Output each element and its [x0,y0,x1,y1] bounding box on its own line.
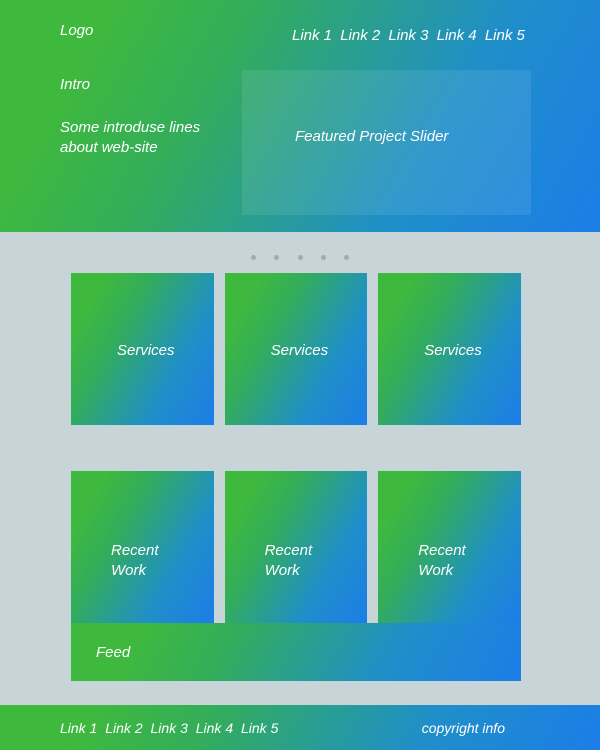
slider-dot[interactable] [251,255,256,260]
logo[interactable]: Logo [60,22,93,39]
recent-work-label: Recent Work [111,541,181,582]
nav-link-4[interactable]: Link 4 [437,27,477,44]
intro-description: Some introduse lines about web-site [60,118,230,159]
featured-label: Featured Project Slider [295,127,530,147]
recent-work-label: Recent Work [265,541,335,582]
slider-pagination [0,247,600,265]
footer: Link 1 Link 2 Link 3 Link 4 Link 5 copyr… [0,705,600,750]
recent-work-card[interactable]: Recent Work [71,471,214,623]
services-label: Services [271,341,329,361]
services-card[interactable]: Services [225,273,368,425]
services-label: Services [424,341,482,361]
slider-dot[interactable] [274,255,279,260]
top-nav: Link 1 Link 2 Link 3 Link 4 Link 5 [292,27,529,44]
feed-section[interactable]: Feed [71,623,521,681]
footer-link-4[interactable]: Link 4 [196,720,233,736]
services-card[interactable]: Services [378,273,521,425]
services-label: Services [117,341,175,361]
slider-dot[interactable] [298,255,303,260]
copyright-info: copyright info [422,720,505,736]
nav-link-5[interactable]: Link 5 [485,27,525,44]
footer-link-3[interactable]: Link 3 [151,720,188,736]
recent-work-label: Recent Work [418,541,488,582]
recent-work-card[interactable]: Recent Work [225,471,368,623]
footer-link-1[interactable]: Link 1 [60,720,97,736]
card-grid: Services Services Services Recent Work R… [71,273,521,623]
nav-link-1[interactable]: Link 1 [292,27,332,44]
recent-work-card[interactable]: Recent Work [378,471,521,623]
nav-link-2[interactable]: Link 2 [340,27,380,44]
featured-project-slider[interactable]: Featured Project Slider [242,70,531,215]
nav-link-3[interactable]: Link 3 [388,27,428,44]
hero-section: Logo Intro Some introduse lines about we… [0,0,600,232]
slider-dot[interactable] [344,255,349,260]
slider-dot[interactable] [321,255,326,260]
footer-link-2[interactable]: Link 2 [105,720,142,736]
footer-nav: Link 1 Link 2 Link 3 Link 4 Link 5 [60,720,282,736]
services-card[interactable]: Services [71,273,214,425]
feed-label: Feed [96,644,130,661]
footer-link-5[interactable]: Link 5 [241,720,278,736]
row-gap [71,436,521,460]
intro-title: Intro [60,76,90,93]
